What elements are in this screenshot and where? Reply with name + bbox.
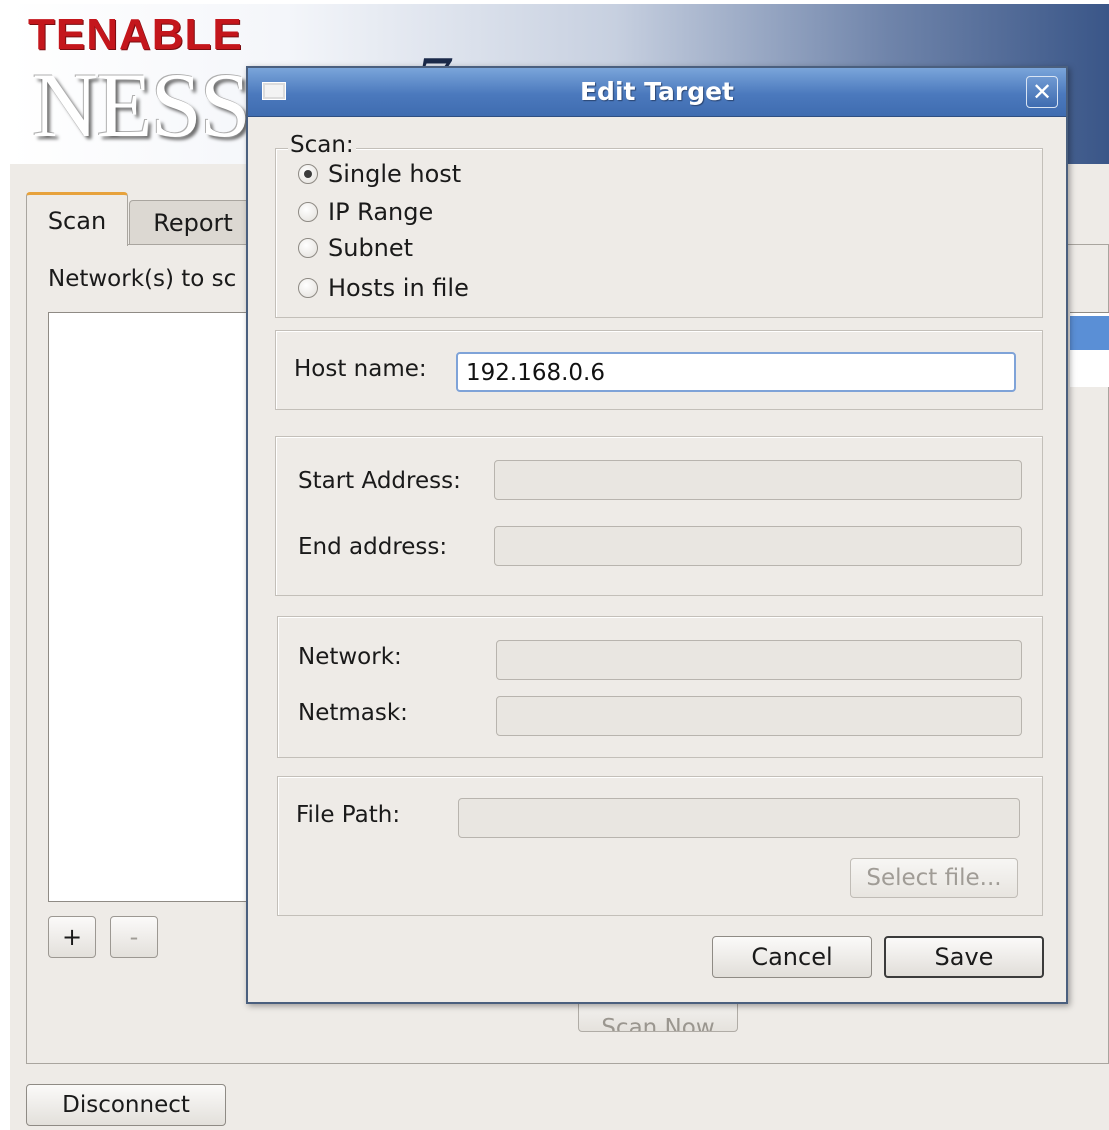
scan-now-label: Scan Now [601,1015,715,1032]
close-button[interactable]: ✕ [1026,76,1058,108]
network-label: Network: [298,644,402,670]
radio-unchecked-icon[interactable] [298,278,318,298]
cancel-button[interactable]: Cancel [712,936,872,978]
remove-target-button[interactable]: - [110,916,158,958]
host-name-input[interactable]: 192.168.0.6 [456,352,1016,392]
radio-ip-range[interactable]: IP Range [298,198,433,226]
radio-unchecked-icon[interactable] [298,238,318,258]
add-target-button[interactable]: + [48,916,96,958]
dialog-title: Edit Target [579,77,735,106]
radio-checked-icon[interactable] [298,164,318,184]
file-path-input[interactable] [458,798,1020,838]
radio-ip-range-label: IP Range [328,198,434,226]
edit-target-dialog: Edit Target ✕ Scan: Single host IP Range… [246,66,1068,1004]
tab-report[interactable]: Report [129,200,257,244]
dialog-titlebar[interactable]: Edit Target ✕ [248,68,1066,117]
subnet-frame [277,616,1043,758]
disconnect-button[interactable]: Disconnect [26,1084,226,1126]
radio-subnet-label: Subnet [328,234,414,262]
scan-type-legend: Scan: [288,132,356,158]
tab-scan[interactable]: Scan [26,192,128,246]
radio-subnet[interactable]: Subnet [298,234,413,262]
host-name-label: Host name: [294,356,427,382]
select-file-button[interactable]: Select file... [850,858,1018,898]
save-button[interactable]: Save [884,936,1044,978]
start-address-label: Start Address: [298,468,461,494]
file-path-label: File Path: [296,802,401,828]
networks-list[interactable] [48,312,268,902]
radio-single-host-label: Single host [328,160,462,188]
policy-list-selected-row[interactable] [1070,316,1109,350]
radio-unchecked-icon[interactable] [298,202,318,222]
end-address-input[interactable] [494,526,1022,566]
netmask-input[interactable] [496,696,1022,736]
network-input[interactable] [496,640,1022,680]
start-address-input[interactable] [494,460,1022,500]
brand-nessus: NESS [32,54,251,156]
netmask-label: Netmask: [298,700,408,726]
radio-hosts-in-file-label: Hosts in file [328,274,469,302]
radio-single-host[interactable]: Single host [298,160,461,188]
networks-to-scan-label: Network(s) to sc [48,266,237,292]
radio-hosts-in-file[interactable]: Hosts in file [298,274,469,302]
end-address-label: End address: [298,534,448,560]
